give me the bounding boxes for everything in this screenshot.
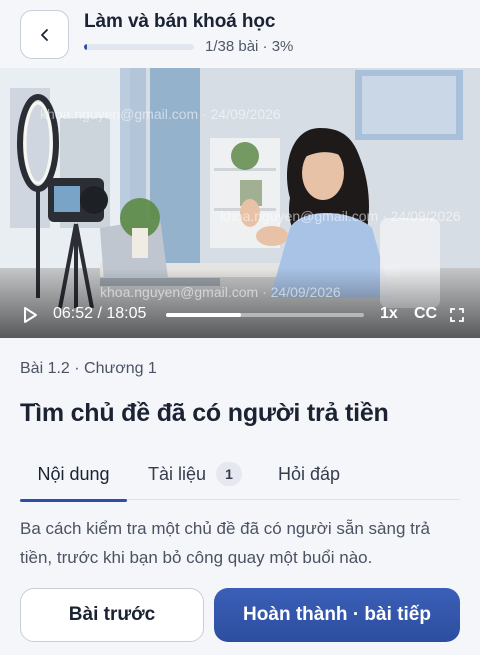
complete-next-button[interactable]: Hoàn thành · bài tiếp — [214, 588, 460, 642]
course-title: Làm và bán khoá học — [84, 11, 276, 32]
lesson-tabs: Nội dung Tài liệu 1 Hỏi đáp — [20, 448, 460, 502]
back-button[interactable] — [20, 10, 69, 59]
lesson-description: Ba cách kiểm tra một chủ đề đã có người … — [20, 519, 430, 567]
top-bar: Làm và bán khoá học 1/38 bài · 3% — [0, 0, 480, 68]
video-player[interactable]: khoa.nguyen@gmail.com · 24/09/2026 khoa.… — [0, 68, 480, 338]
video-time: 06:52 / 18:05 — [53, 305, 147, 322]
tab-qa[interactable]: Hỏi đáp — [278, 448, 340, 500]
course-progress-fill — [84, 44, 88, 50]
captions-button[interactable]: CC — [414, 305, 437, 323]
fullscreen-icon — [450, 308, 464, 322]
play-button[interactable] — [20, 305, 40, 325]
course-progress-text: 1/38 bài · 3% — [205, 38, 294, 55]
lesson-meta: Bài 1.2 · Chương 1 — [20, 360, 157, 377]
video-watermark: khoa.nguyen@gmail.com · 24/09/2026 — [40, 106, 281, 122]
seek-bar[interactable] — [166, 313, 364, 317]
chevron-left-icon — [40, 28, 48, 41]
lesson-title: Tìm chủ đề đã có người trả tiền — [20, 399, 389, 427]
tab-content-label: Nội dung — [37, 463, 110, 484]
course-progress-bar — [84, 44, 194, 50]
fullscreen-button[interactable] — [450, 308, 464, 322]
documents-count-badge: 1 — [216, 462, 243, 486]
seek-bar-fill — [166, 313, 242, 317]
tab-content[interactable]: Nội dung — [20, 448, 127, 502]
tab-qa-label: Hỏi đáp — [278, 463, 341, 484]
video-controls: 06:52 / 18:05 1x CC — [0, 296, 480, 338]
previous-lesson-button[interactable]: Bài trước — [20, 588, 204, 642]
tab-documents[interactable]: Tài liệu 1 — [148, 448, 243, 500]
video-watermark: khoa.nguyen@gmail.com · 24/09/2026 — [220, 208, 461, 224]
tab-documents-label: Tài liệu — [148, 463, 207, 484]
playback-speed-button[interactable]: 1x — [380, 305, 398, 323]
play-icon — [24, 307, 37, 323]
